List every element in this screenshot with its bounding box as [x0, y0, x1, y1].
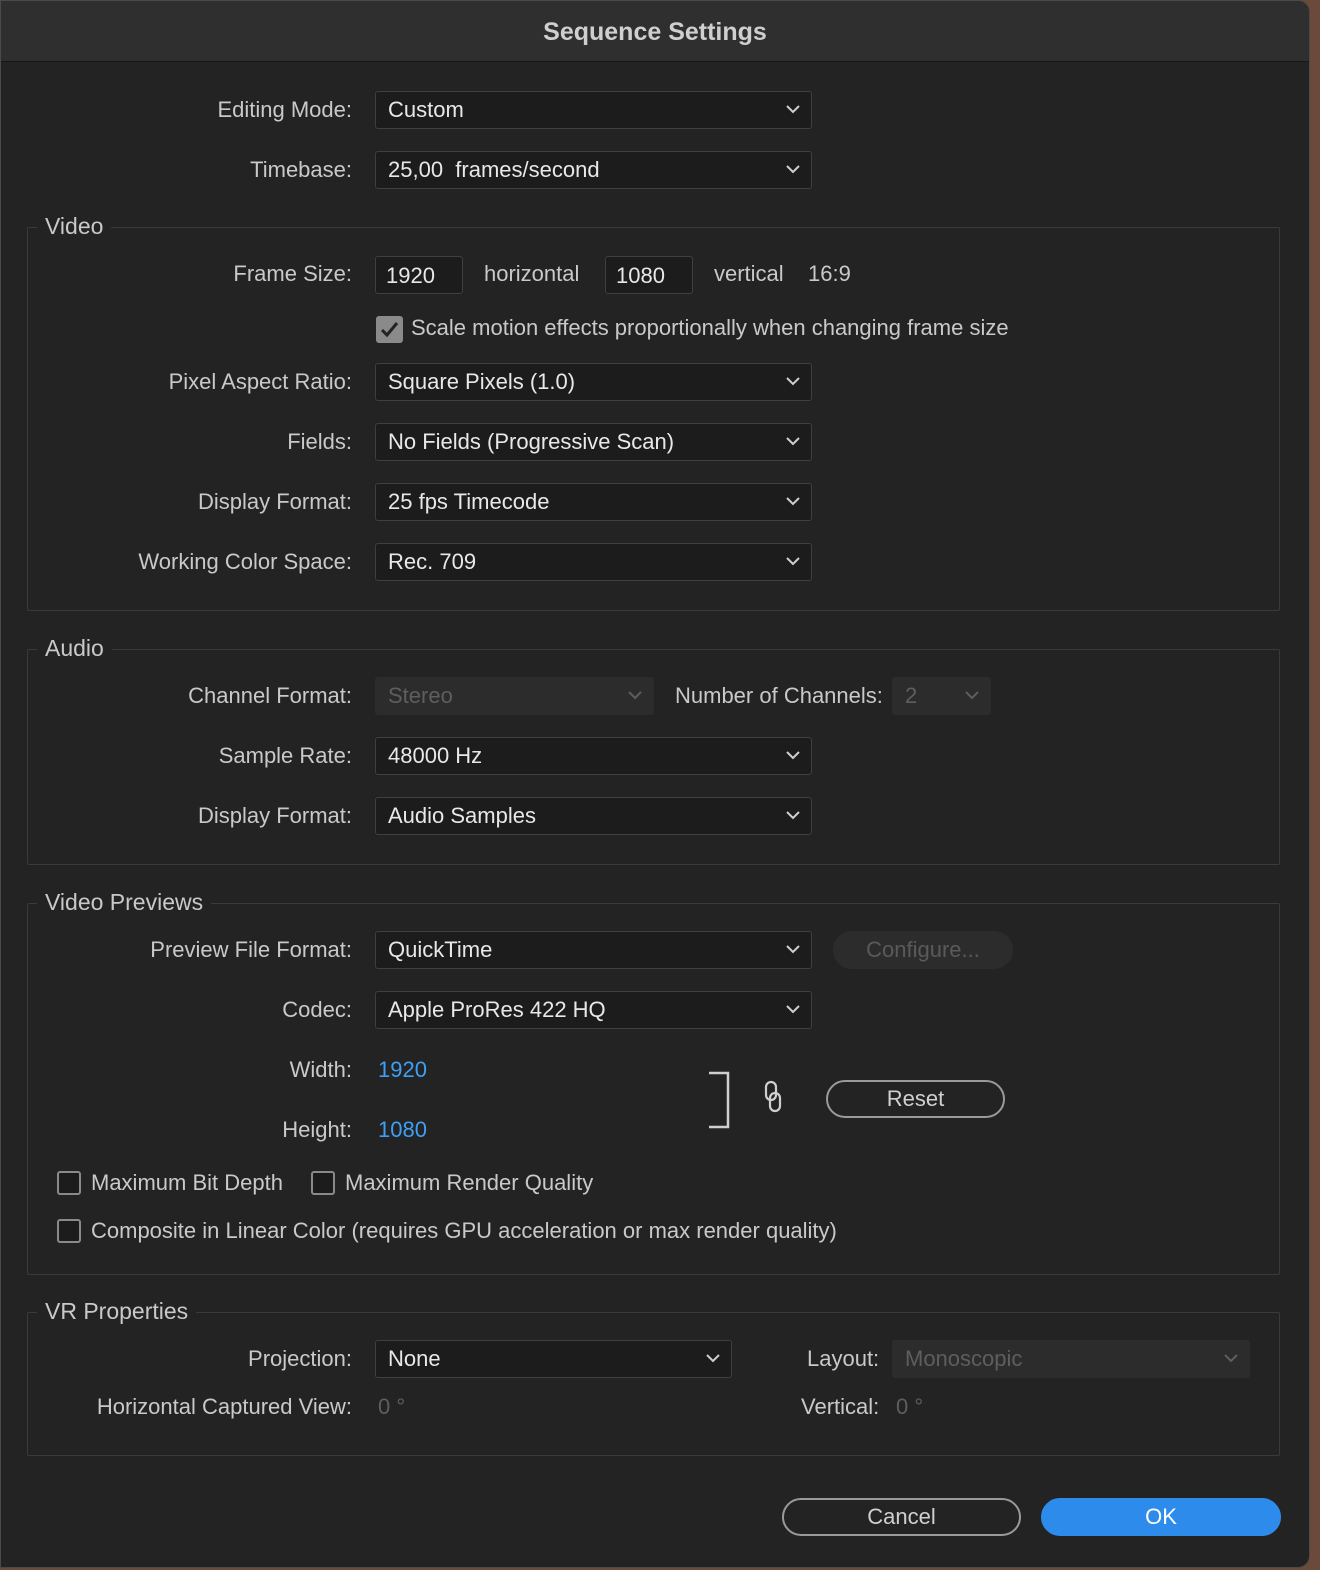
projection-value: None	[388, 1346, 441, 1371]
frame-size-label: Frame Size:	[233, 261, 352, 286]
sample-rate-value: 48000 Hz	[388, 743, 483, 768]
projection-select[interactable]: None	[375, 1340, 732, 1378]
aspect-ratio-text: 16:9	[808, 261, 851, 286]
scale-motion-checkbox[interactable]	[376, 316, 403, 343]
chevron-down-icon	[786, 165, 800, 174]
channel-format-label: Channel Format:	[188, 683, 352, 708]
chevron-down-icon	[786, 811, 800, 820]
preview-file-format-select[interactable]: QuickTime	[375, 931, 812, 969]
audio-display-format-label: Display Format:	[197, 803, 352, 828]
vertical-label: vertical	[714, 261, 784, 286]
fields-value: No Fields (Progressive Scan)	[388, 429, 675, 454]
timebase-select[interactable]: 25,00 frames/second	[375, 151, 812, 189]
chevron-down-icon	[965, 691, 979, 700]
horizontal-label: horizontal	[484, 261, 580, 286]
projection-label: Projection:	[248, 1346, 352, 1371]
chevron-down-icon	[786, 751, 800, 760]
codec-value: Apple ProRes 422 HQ	[388, 997, 606, 1022]
sample-rate-select[interactable]: 48000 Hz	[375, 737, 812, 775]
color-space-value: Rec. 709	[388, 549, 477, 574]
chevron-down-icon	[786, 377, 800, 386]
layout-value: Monoscopic	[905, 1346, 1023, 1371]
num-channels-label: Number of Channels:	[675, 683, 883, 708]
preview-width-value[interactable]: 1920	[378, 1051, 427, 1089]
max-render-quality-checkbox[interactable]	[311, 1171, 335, 1195]
video-section-title: Video	[37, 211, 112, 241]
codec-select[interactable]: Apple ProRes 422 HQ	[375, 991, 812, 1029]
video-display-format-select[interactable]: 25 fps Timecode	[375, 483, 812, 521]
max-bit-depth-checkbox[interactable]	[57, 1171, 81, 1195]
chain-link-icon[interactable]	[761, 1079, 785, 1115]
color-space-label: Working Color Space:	[138, 549, 352, 574]
sample-rate-label: Sample Rate:	[218, 743, 352, 768]
vr-properties-group	[27, 1312, 1280, 1456]
ok-button[interactable]: OK	[1041, 1498, 1281, 1536]
chevron-down-icon	[786, 497, 800, 506]
link-bracket-icon	[709, 1071, 730, 1129]
chevron-down-icon	[1224, 1354, 1238, 1363]
channel-format-select[interactable]: Stereo	[375, 677, 654, 715]
preview-file-format-label: Preview File Format:	[150, 937, 352, 962]
preview-file-format-value: QuickTime	[388, 937, 493, 962]
fields-select[interactable]: No Fields (Progressive Scan)	[375, 423, 812, 461]
audio-display-format-select[interactable]: Audio Samples	[375, 797, 812, 835]
color-space-select[interactable]: Rec. 709	[375, 543, 812, 581]
audio-section-title: Audio	[37, 633, 112, 663]
video-display-format-value: 25 fps Timecode	[388, 489, 550, 514]
chevron-down-icon	[628, 691, 642, 700]
timebase-value: 25,00 frames/second	[388, 157, 600, 182]
editing-mode-value: Custom	[388, 97, 464, 122]
vr-vertical-value[interactable]: 0 °	[896, 1388, 923, 1426]
vr-properties-section-title: VR Properties	[37, 1296, 197, 1326]
scale-motion-label: Scale motion effects proportionally when…	[411, 315, 1009, 340]
pixel-aspect-select[interactable]: Square Pixels (1.0)	[375, 363, 812, 401]
checkmark-icon	[380, 322, 399, 338]
chevron-down-icon	[786, 1005, 800, 1014]
channel-format-value: Stereo	[388, 683, 453, 708]
frame-height-input[interactable]: 1080	[605, 256, 693, 294]
editing-mode-label: Editing Mode:	[217, 97, 352, 122]
vr-vertical-label: Vertical:	[801, 1394, 880, 1419]
video-display-format-label: Display Format:	[197, 489, 352, 514]
max-render-quality-label: Maximum Render Quality	[345, 1170, 594, 1195]
reset-button[interactable]: Reset	[826, 1080, 1005, 1118]
chevron-down-icon	[786, 945, 800, 954]
chevron-down-icon	[786, 105, 800, 114]
codec-label: Codec:	[282, 997, 352, 1022]
chevron-down-icon	[706, 1354, 720, 1363]
num-channels-value: 2	[905, 683, 918, 708]
num-channels-select[interactable]: 2	[892, 677, 991, 715]
max-bit-depth-label: Maximum Bit Depth	[91, 1170, 283, 1195]
fields-label: Fields:	[287, 429, 352, 454]
pixel-aspect-value: Square Pixels (1.0)	[388, 369, 576, 394]
editing-mode-select[interactable]: Custom	[375, 91, 812, 129]
horizontal-captured-view-value[interactable]: 0 °	[378, 1388, 405, 1426]
chevron-down-icon	[786, 437, 800, 446]
horizontal-captured-view-label: Horizontal Captured View:	[96, 1394, 352, 1419]
chevron-down-icon	[786, 557, 800, 566]
linear-color-checkbox[interactable]	[57, 1219, 81, 1243]
layout-select[interactable]: Monoscopic	[892, 1340, 1250, 1378]
video-previews-section-title: Video Previews	[37, 887, 212, 917]
dialog-title: Sequence Settings	[1, 1, 1309, 62]
configure-button[interactable]: Configure...	[833, 931, 1013, 969]
frame-width-input[interactable]: 1920	[375, 256, 463, 294]
audio-display-format-value: Audio Samples	[388, 803, 536, 828]
preview-width-label: Width:	[289, 1057, 352, 1082]
pixel-aspect-label: Pixel Aspect Ratio:	[168, 369, 352, 394]
timebase-label: Timebase:	[250, 157, 352, 182]
preview-height-label: Height:	[282, 1117, 352, 1142]
sequence-settings-dialog: Sequence Settings Editing Mode: Custom T…	[0, 0, 1310, 1568]
cancel-button[interactable]: Cancel	[782, 1498, 1021, 1536]
preview-height-value[interactable]: 1080	[378, 1111, 427, 1149]
linear-color-label: Composite in Linear Color (requires GPU …	[91, 1218, 837, 1243]
layout-label: Layout:	[807, 1346, 880, 1371]
